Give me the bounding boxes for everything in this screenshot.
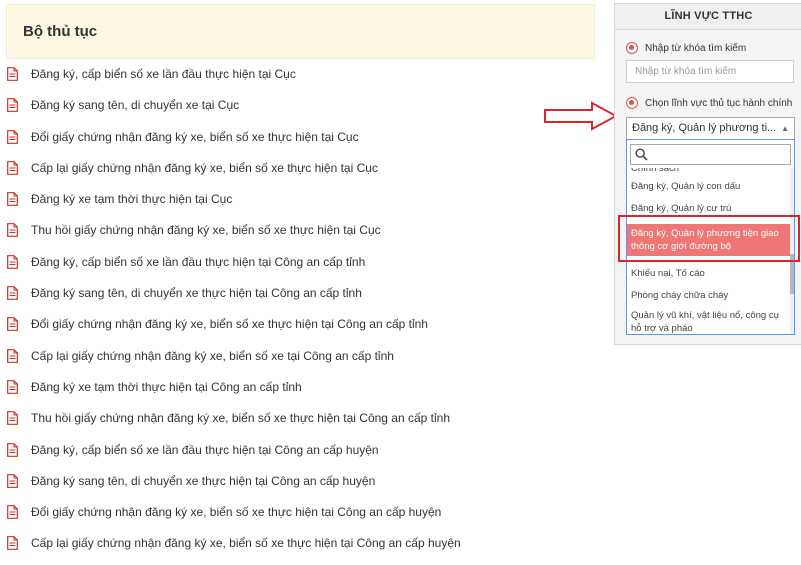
caret-up-icon: ▲ [781,124,789,133]
procedure-item[interactable]: Cấp lại giấy chứng nhận đăng ký xe, biển… [0,341,600,372]
procedure-item-label: Đổi giấy chứng nhận đăng ký xe, biển số … [31,505,442,520]
procedure-item[interactable]: Đăng ký xe tạm thời thực hiện tại Cục [0,184,600,215]
pdf-file-icon [7,536,18,551]
keyword-search-input[interactable] [626,60,794,83]
procedure-item-label: Cấp lại giấy chứng nhận đăng ký xe, biển… [31,348,394,363]
pdf-file-icon [7,442,18,457]
pdf-file-icon [7,411,18,426]
procedure-item-label: Đăng ký sang tên, di chuyển xe tại Cục [31,98,240,113]
procedure-item[interactable]: Đăng ký, cấp biển số xe lần đầu thực hiệ… [0,247,600,278]
radio-field[interactable] [626,97,638,109]
procedure-item-label: Đăng ký, cấp biển số xe lần đầu thực hiệ… [31,254,366,269]
pdf-file-icon [7,505,18,520]
procedure-item-label: Đổi giấy chứng nhận đăng ký xe, biển số … [31,317,428,332]
procedure-item[interactable]: Cấp lại giấy chứng nhận đăng ký xe, biển… [0,528,600,559]
pdf-file-icon [7,380,18,394]
field-select-value: Đăng ký, Quản lý phương ti... [632,122,777,134]
procedure-item-label: Đăng ký sang tên, di chuyển xe thực hiện… [31,473,376,488]
field-select[interactable]: Đăng ký, Quản lý phương ti... ▲ [626,117,795,140]
procedure-panel: Bộ thủ tục Đăng ký, cấp biển số xe lần đ… [0,0,600,565]
dropdown-option[interactable]: Đăng ký, Quản lý con dấu [627,180,790,193]
dropdown-search-input[interactable] [630,144,791,165]
procedure-item-label: Đăng ký, cấp biển số xe lần đầu thực hiệ… [31,67,296,81]
procedure-item-label: Cấp lại giấy chứng nhận đăng ký xe, biển… [31,536,461,551]
procedure-item-label: Thu hồi giấy chứng nhận đăng ký xe, biển… [31,411,451,426]
panel-title: LĨNH VỰC TTHC [615,4,801,30]
pdf-file-icon [7,317,18,332]
procedure-item-label: Đăng ký, cấp biển số xe lần đầu thực hiệ… [31,442,379,457]
pdf-file-icon [7,348,18,363]
pdf-file-icon [7,67,18,81]
procedure-header: Bộ thủ tục [6,4,595,59]
pdf-file-icon [7,129,18,144]
pdf-file-icon [7,473,18,488]
procedure-item-label: Thu hồi giấy chứng nhận đăng ký xe, biển… [31,223,381,238]
procedure-item[interactable]: Thu hồi giấy chứng nhận đăng ký xe, biển… [0,215,600,246]
procedure-item[interactable]: Đăng ký sang tên, di chuyển xe tại Cục [0,90,600,121]
radio-keyword[interactable] [626,42,638,54]
procedure-item[interactable]: Thu hồi giấy chứng nhận đăng ký xe, biển… [0,403,600,434]
pdf-file-icon [7,192,18,207]
dropdown-option[interactable]: Chính sách [627,168,790,175]
field-filter-panel: LĨNH VỰC TTHC Nhập từ khóa tìm kiếm Chọn… [614,3,801,345]
procedure-item[interactable]: Đổi giấy chứng nhận đăng ký xe, biển số … [0,497,600,528]
procedure-item-label: Đổi giấy chứng nhận đăng ký xe, biển số … [31,129,359,144]
procedure-item[interactable]: Đăng ký sang tên, di chuyển xe thực hiện… [0,466,600,497]
dropdown-option[interactable]: Quản lý vũ khí, vật liệu nổ, công cụ hỗ … [627,309,790,334]
dropdown-option[interactable]: Đăng ký, Quản lý cư trú [627,202,790,215]
arrow-right-icon [544,101,618,131]
page-title: Bộ thủ tục [23,23,98,40]
dropdown-option[interactable]: Khiếu nại, Tố cáo [627,267,790,280]
procedure-item[interactable]: Đổi giấy chứng nhận đăng ký xe, biển số … [0,309,600,340]
procedure-item-label: Cấp lại giấy chứng nhận đăng ký xe, biển… [31,160,378,175]
dropdown-option[interactable]: Phòng cháy chữa cháy [627,289,790,302]
procedure-item[interactable]: Đăng ký sang tên, di chuyển xe thực hiện… [0,278,600,309]
procedure-item-label: Đăng ký xe tạm thời thực hiện tại Công a… [31,379,302,394]
procedure-item[interactable]: Đăng ký, cấp biển số xe lần đầu thực hiệ… [0,59,600,90]
pdf-file-icon [7,98,18,113]
search-icon [635,148,648,161]
procedure-item-label: Đăng ký xe tạm thời thực hiện tại Cục [31,192,233,207]
radio-field-label: Chọn lĩnh vực thủ tục hành chính [645,97,793,109]
selected-option-highlight [618,215,800,262]
pdf-file-icon [7,286,18,300]
procedure-item[interactable]: Đổi giấy chứng nhận đăng ký xe, biển số … [0,122,600,153]
procedure-item[interactable]: Đăng ký xe tạm thời thực hiện tại Công a… [0,372,600,403]
radio-keyword-row[interactable]: Nhập từ khóa tìm kiếm [626,42,746,54]
pdf-file-icon [7,160,18,175]
radio-field-row[interactable]: Chọn lĩnh vực thủ tục hành chính [626,97,792,109]
pdf-file-icon [7,254,18,269]
radio-keyword-label: Nhập từ khóa tìm kiếm [645,42,747,54]
pdf-file-icon [7,223,18,238]
procedure-list: Đăng ký, cấp biển số xe lần đầu thực hiệ… [0,59,600,560]
procedure-item[interactable]: Đăng ký, cấp biển số xe lần đầu thực hiệ… [0,435,600,466]
procedure-item[interactable]: Cấp lại giấy chứng nhận đăng ký xe, biển… [0,153,600,184]
procedure-item-label: Đăng ký sang tên, di chuyển xe thực hiện… [31,286,362,301]
